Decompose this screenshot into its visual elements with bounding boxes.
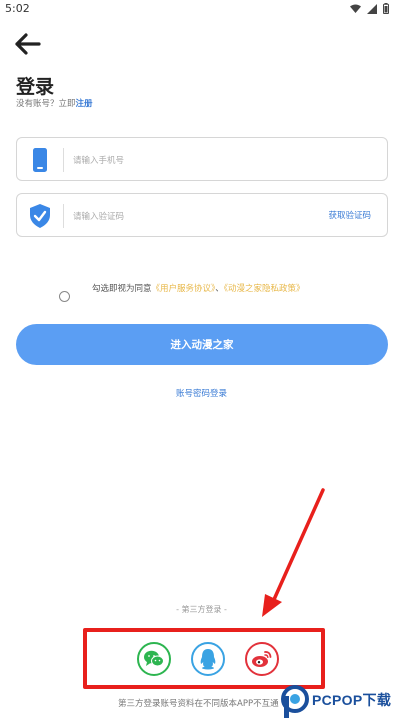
field-divider bbox=[63, 148, 64, 172]
field-divider bbox=[63, 204, 64, 228]
agreement-text: 勾选即视为同意《用户服务协议》、《动漫之家隐私政策》 bbox=[92, 282, 305, 294]
phone-field bbox=[16, 137, 388, 181]
qq-icon bbox=[200, 649, 216, 670]
verification-code-input[interactable] bbox=[73, 206, 293, 226]
battery-icon bbox=[383, 3, 389, 14]
wechat-icon bbox=[144, 650, 164, 667]
agreement-separator: 、 bbox=[215, 284, 224, 294]
register-prompt-text: 没有账号？立即 bbox=[16, 99, 76, 109]
pcpop-logo-icon bbox=[281, 685, 309, 718]
back-button[interactable] bbox=[15, 33, 41, 55]
status-bar: 5:02 bbox=[0, 0, 403, 18]
register-link[interactable]: 注册 bbox=[76, 99, 93, 109]
privacy-policy-link[interactable]: 《动漫之家隐私政策》 bbox=[224, 284, 305, 294]
status-icons bbox=[350, 3, 389, 14]
user-agreement-link[interactable]: 《用户服务协议》 bbox=[152, 284, 216, 294]
get-code-button[interactable]: 获取验证码 bbox=[328, 209, 371, 221]
register-prompt: 没有账号？立即注册 bbox=[16, 97, 93, 109]
arrow-left-icon bbox=[15, 33, 41, 55]
status-time: 5:02 bbox=[5, 2, 30, 15]
phone-icon bbox=[29, 148, 51, 172]
qq-login-button[interactable] bbox=[191, 642, 225, 676]
password-login-link[interactable]: 账号密码登录 bbox=[0, 387, 403, 399]
shield-check-icon bbox=[29, 204, 51, 228]
watermark-text: PCPOP下载 bbox=[312, 692, 392, 708]
wechat-login-button[interactable] bbox=[137, 642, 171, 676]
signal-icon bbox=[367, 3, 377, 14]
weibo-icon bbox=[252, 651, 272, 667]
agreement-prefix: 勾选即视为同意 bbox=[92, 284, 152, 294]
verification-code-field: 获取验证码 bbox=[16, 193, 388, 237]
watermark: PCPOP下载 bbox=[280, 684, 403, 720]
third-party-label: - 第三方登录 - bbox=[176, 605, 227, 614]
phone-input[interactable] bbox=[73, 150, 293, 170]
weibo-login-button[interactable] bbox=[245, 642, 279, 676]
page-title: 登录 bbox=[16, 76, 55, 98]
wifi-icon bbox=[350, 4, 361, 13]
agreement-radio[interactable] bbox=[59, 291, 70, 302]
login-button[interactable]: 进入动漫之家 bbox=[16, 324, 388, 365]
